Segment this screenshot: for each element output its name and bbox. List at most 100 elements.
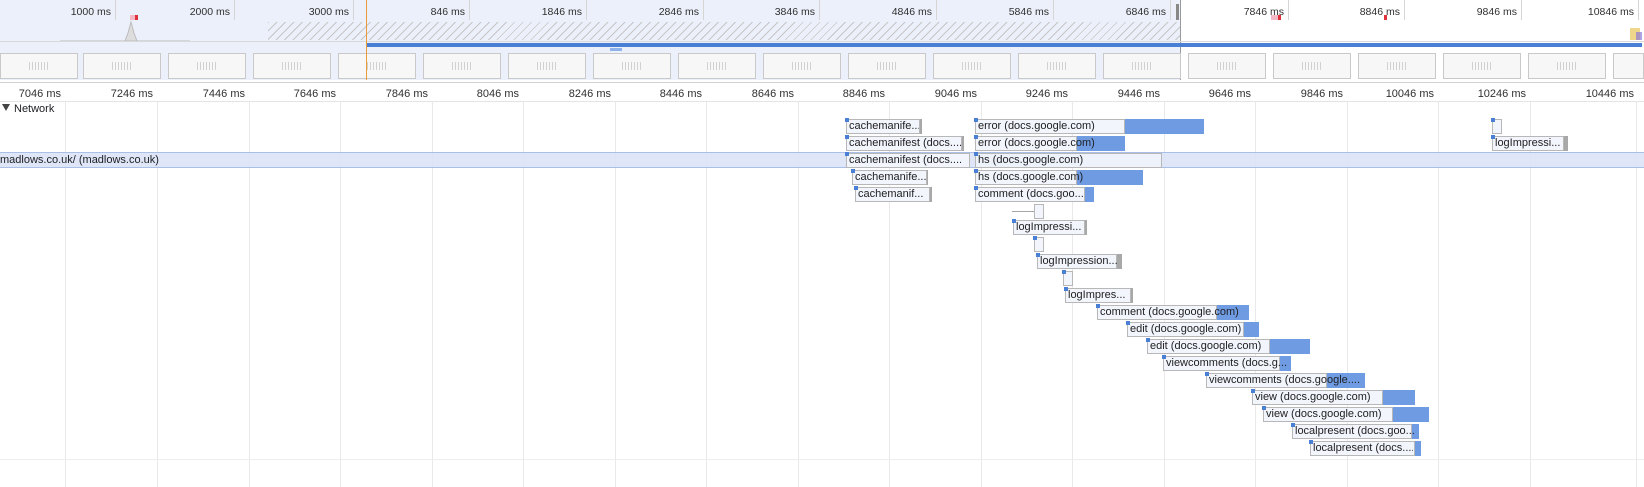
main-tick-label: 10046 ms xyxy=(1385,88,1434,100)
main-tick-label: 8646 ms xyxy=(751,88,794,100)
filmstrip-frame[interactable] xyxy=(1018,53,1096,79)
main-tick-label: 8246 ms xyxy=(568,88,611,100)
filmstrip-frame[interactable] xyxy=(1188,53,1266,79)
request-label: cachemanif... xyxy=(858,188,924,200)
request-label: hs (docs.google.com) xyxy=(978,154,1084,166)
main-tick-label: 9646 ms xyxy=(1208,88,1251,100)
filmstrip-frame[interactable] xyxy=(933,53,1011,79)
main-tick-label: 8446 ms xyxy=(659,88,702,100)
overview-idle-hatch xyxy=(268,22,1180,40)
filmstrip-frame[interactable] xyxy=(678,53,756,79)
network-request[interactable] xyxy=(1012,204,1044,219)
request-label: logImpression... xyxy=(1040,255,1118,267)
network-track-header[interactable]: Network xyxy=(2,103,54,115)
filmstrip-frame[interactable] xyxy=(0,53,78,79)
network-request[interactable]: logImpressi... xyxy=(1012,219,1087,235)
network-request[interactable]: error (docs.google.com) xyxy=(974,135,1125,151)
filmstrip-frame[interactable] xyxy=(253,53,331,79)
main-tick-label: 9846 ms xyxy=(1300,88,1343,100)
main-tick-label: 8046 ms xyxy=(476,88,519,100)
filmstrip-frame[interactable] xyxy=(423,53,501,79)
main-tick-label: 7046 ms xyxy=(18,88,61,100)
filmstrip-frame[interactable] xyxy=(508,53,586,79)
network-request[interactable]: localpresent (docs.goo... xyxy=(1291,423,1419,439)
request-label: cachemanifest (docs.... xyxy=(849,154,963,166)
overview-marker xyxy=(135,15,138,20)
overview-marker xyxy=(1384,15,1387,20)
request-label: localpresent (docs.... xyxy=(1313,442,1413,454)
request-label: error (docs.google.com) xyxy=(978,137,1095,149)
network-request[interactable]: edit (docs.google.com) xyxy=(1126,321,1259,337)
network-request[interactable]: cachemanif... xyxy=(854,186,932,202)
filmstrip-frame[interactable] xyxy=(763,53,841,79)
filmstrip-frame[interactable] xyxy=(848,53,926,79)
overview-time-cursor xyxy=(366,0,367,80)
network-request[interactable] xyxy=(1033,236,1046,252)
network-request[interactable]: comment (docs.goo... xyxy=(974,186,1094,202)
request-label: error (docs.google.com) xyxy=(978,120,1095,132)
overview-network-line xyxy=(366,43,1642,47)
main-tick-label: 9046 ms xyxy=(934,88,977,100)
main-tick-label: 7846 ms xyxy=(385,88,428,100)
selected-request-row[interactable]: madlows.co.uk/ (madlows.co.uk) xyxy=(0,152,1644,168)
network-request[interactable]: cachemanife... xyxy=(851,169,928,185)
network-request[interactable]: hs (docs.google.com) xyxy=(974,152,1162,168)
filmstrip-frame[interactable] xyxy=(338,53,416,79)
overview-marker xyxy=(1278,15,1281,20)
request-label: hs (docs.google.com) xyxy=(978,171,1084,183)
request-label: logImpressi... xyxy=(1495,137,1561,149)
main-tick-label: 8846 ms xyxy=(842,88,885,100)
track-bottom-divider xyxy=(0,459,1644,460)
request-label: view (docs.google.com) xyxy=(1255,391,1371,403)
main-timeline-ruler: 7046 ms 7246 ms 7446 ms 7646 ms 7846 ms … xyxy=(0,82,1644,102)
filmstrip-frame[interactable] xyxy=(1273,53,1351,79)
overview-divider xyxy=(0,41,1644,42)
network-request[interactable]: logImpres... xyxy=(1064,287,1133,303)
request-label: edit (docs.google.com) xyxy=(1130,323,1242,335)
network-request[interactable]: viewcomments (docs.g... xyxy=(1162,355,1291,371)
filmstrip-frame[interactable] xyxy=(168,53,246,79)
request-label: logImpres... xyxy=(1068,289,1126,301)
main-tick-label: 7246 ms xyxy=(110,88,153,100)
main-tick-label: 7646 ms xyxy=(293,88,336,100)
filmstrip-frame[interactable] xyxy=(593,53,671,79)
filmstrip-frame[interactable] xyxy=(1443,53,1521,79)
network-request[interactable]: viewcomments (docs.google.... xyxy=(1205,372,1365,388)
timeline-overview[interactable]: 1000 ms 2000 ms 3000 ms 846 ms 1846 ms 2… xyxy=(0,0,1644,80)
request-label: cachemanifest (docs.... xyxy=(849,137,961,149)
filmstrip-frame[interactable] xyxy=(1358,53,1436,79)
network-request[interactable]: view (docs.google.com) xyxy=(1262,406,1429,422)
network-request[interactable] xyxy=(1491,118,1502,134)
network-request[interactable]: comment (docs.google.com) xyxy=(1096,304,1249,320)
request-label: cachemanife... xyxy=(855,171,927,183)
network-request[interactable]: error (docs.google.com) xyxy=(974,118,1204,134)
network-request[interactable]: cachemanifest (docs.... xyxy=(845,135,964,151)
network-request[interactable]: edit (docs.google.com) xyxy=(1146,338,1310,354)
selected-row-label: madlows.co.uk/ (madlows.co.uk) xyxy=(0,154,159,166)
request-label: viewcomments (docs.google.... xyxy=(1209,374,1361,386)
request-label: cachemanife... xyxy=(849,120,919,132)
request-label: comment (docs.google.com) xyxy=(1100,306,1239,318)
network-request[interactable]: localpresent (docs.... xyxy=(1309,440,1421,456)
network-track-title: Network xyxy=(14,103,55,115)
network-request[interactable]: cachemanifest (docs.... xyxy=(845,152,970,168)
filmstrip-frame[interactable] xyxy=(1528,53,1606,79)
request-label: view (docs.google.com) xyxy=(1266,408,1382,420)
overview-window-handle[interactable] xyxy=(1176,4,1179,20)
request-label: edit (docs.google.com) xyxy=(1150,340,1262,352)
expand-triangle-icon[interactable] xyxy=(2,104,10,111)
network-request[interactable]: view (docs.google.com) xyxy=(1251,389,1415,405)
network-request[interactable]: logImpression... xyxy=(1036,253,1122,269)
network-request[interactable]: logImpressi... xyxy=(1491,135,1568,151)
filmstrip-frame[interactable] xyxy=(83,53,161,79)
network-request[interactable]: cachemanife... xyxy=(845,118,922,134)
main-tick-label: 9446 ms xyxy=(1117,88,1160,100)
screenshot-filmstrip[interactable] xyxy=(0,53,1644,80)
filmstrip-frame[interactable] xyxy=(1103,53,1181,79)
network-request[interactable] xyxy=(1062,270,1075,286)
filmstrip-frame[interactable] xyxy=(1613,53,1644,79)
overview-scrub-marker xyxy=(610,48,622,51)
network-request[interactable]: hs (docs.google.com) xyxy=(974,169,1143,185)
main-tick-label: 10446 ms xyxy=(1585,88,1634,100)
overview-paint-marker xyxy=(1636,32,1642,40)
